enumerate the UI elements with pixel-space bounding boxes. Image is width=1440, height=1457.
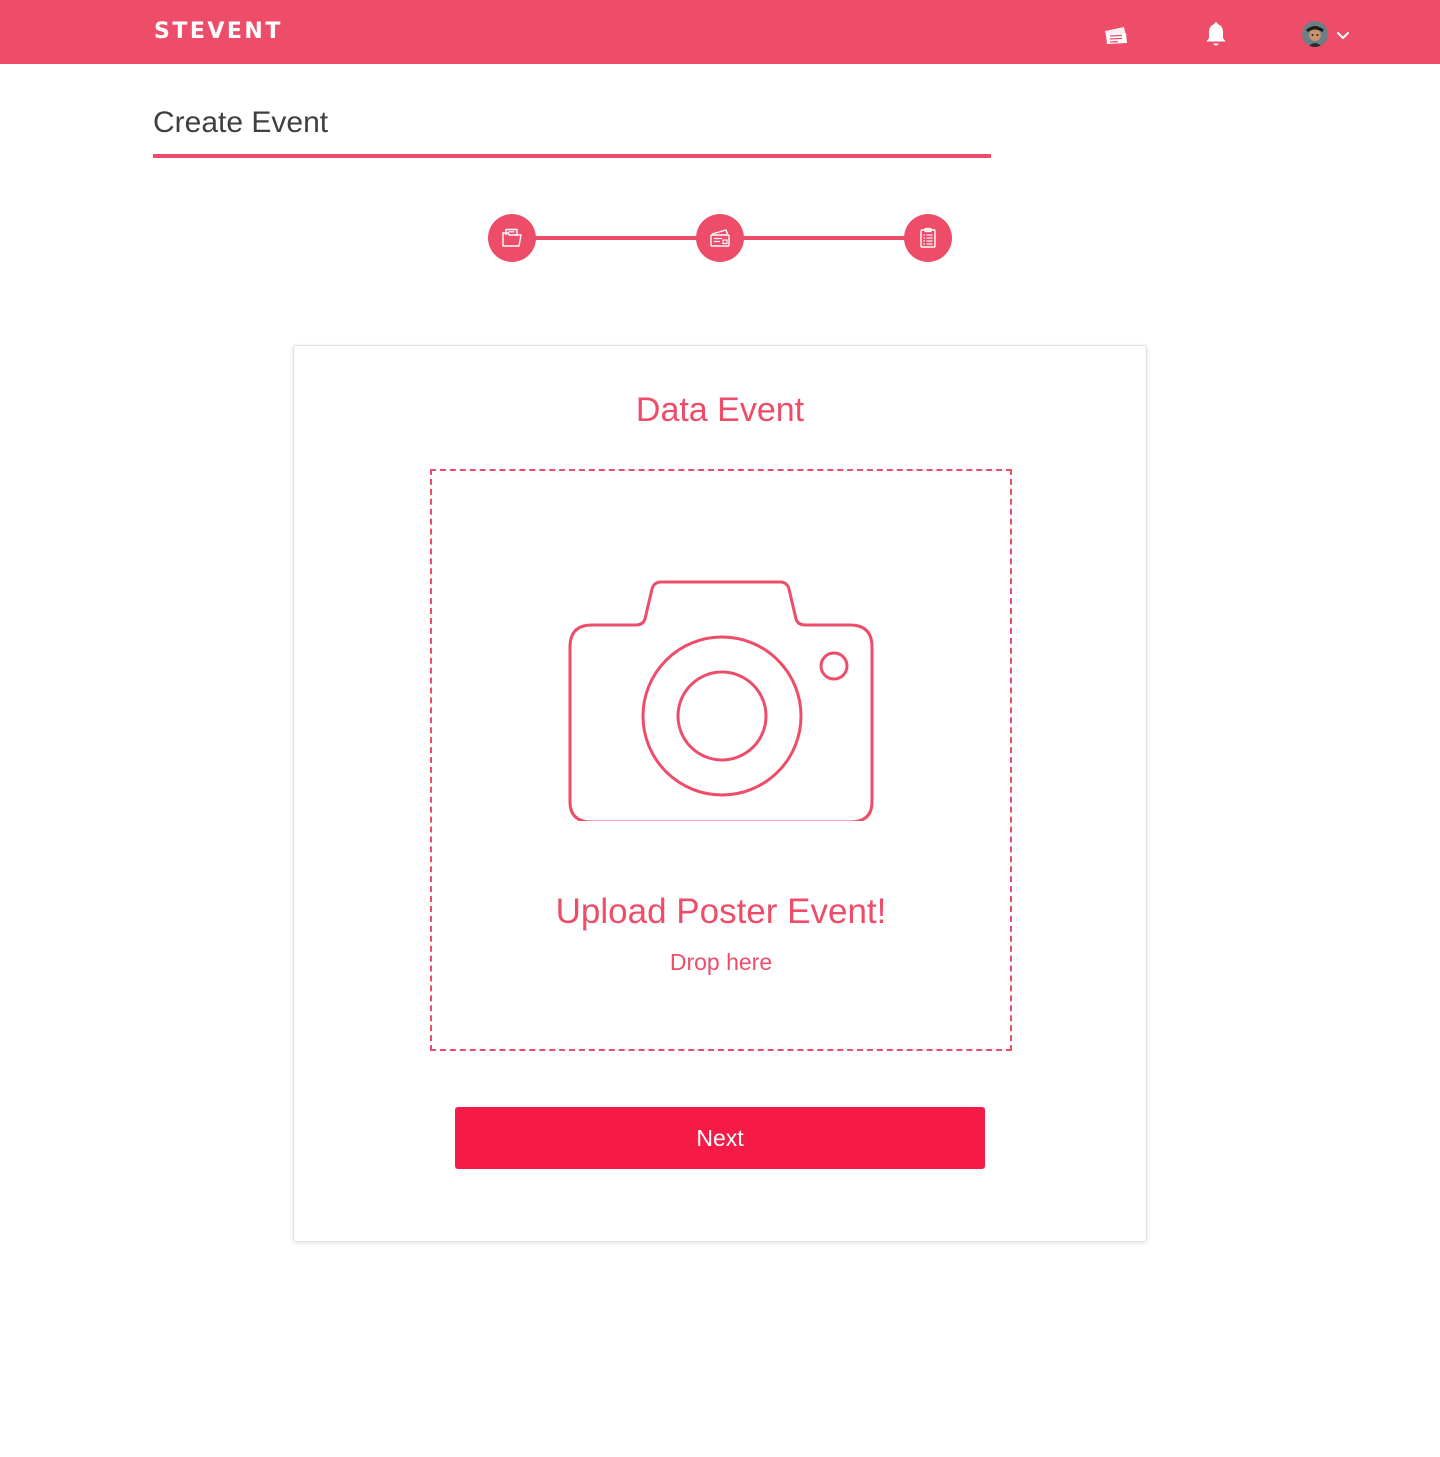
chevron-down-icon[interactable]	[1336, 28, 1350, 39]
next-button[interactable]: Next	[455, 1107, 985, 1169]
user-avatar[interactable]	[1302, 21, 1328, 47]
step-1[interactable]	[488, 214, 536, 262]
camera-icon	[568, 580, 874, 821]
clipboard-list-icon	[920, 227, 936, 248]
step-connector	[742, 236, 906, 240]
upload-hint: Drop here	[669, 949, 773, 975]
bell-icon[interactable]	[1203, 21, 1229, 49]
title-underline	[153, 154, 991, 158]
user-menu[interactable]	[1302, 20, 1354, 48]
app-logo[interactable]: STEVENT	[154, 17, 283, 47]
ticket-card-icon	[710, 229, 730, 247]
poster-dropzone[interactable]: Upload Poster Event! Drop here	[430, 469, 1012, 1051]
step-progress	[488, 214, 952, 262]
top-navbar: STEVENT	[0, 0, 1440, 64]
tickets-icon[interactable]	[1102, 22, 1130, 48]
data-event-card: Data Event Upload Poster Event! Drop her…	[293, 345, 1147, 1242]
card-title: Data Event	[635, 391, 805, 429]
folder-document-icon	[502, 228, 522, 247]
step-3[interactable]	[904, 214, 952, 262]
step-connector	[534, 236, 698, 240]
page-title: Create Event	[153, 106, 329, 139]
step-2[interactable]	[696, 214, 744, 262]
upload-title: Upload Poster Event!	[555, 892, 887, 931]
